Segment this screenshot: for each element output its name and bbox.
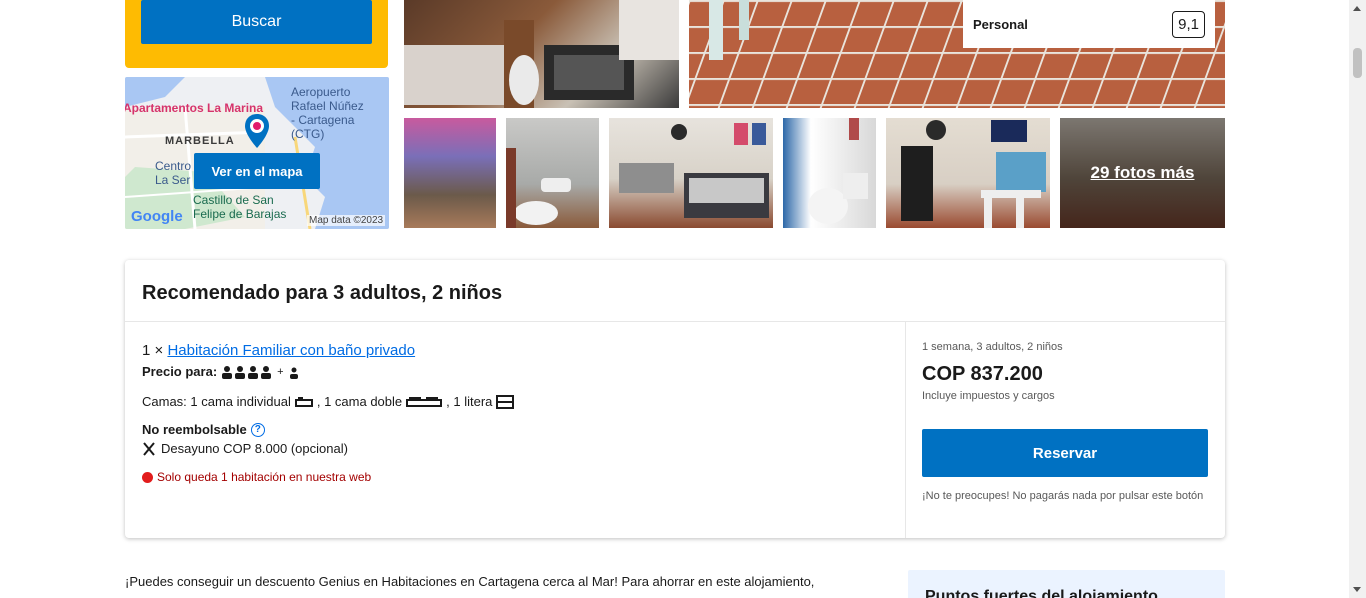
toilet-photo-graphic: [808, 118, 868, 224]
map-label-centro-2: La Ser: [155, 173, 191, 187]
beds-bunk-text: , 1 litera: [446, 394, 493, 409]
thumb-room-wardrobe[interactable]: [886, 118, 1050, 228]
taxes-note: Incluye impuestos y cargos: [922, 390, 1055, 402]
breakfast-text: Desayuno COP 8.000 (opcional): [161, 441, 348, 456]
price-for-row: Precio para: +: [142, 364, 300, 379]
view-on-map-button[interactable]: Ver en el mapa: [194, 153, 320, 189]
main-photo-bedroom[interactable]: [404, 0, 679, 108]
map-preview[interactable]: Apartamentos La Marina Aeropuerto Rafael…: [125, 77, 389, 229]
map-label-marbella: MARBELLA: [165, 135, 235, 147]
search-button[interactable]: Buscar: [141, 0, 372, 44]
map-pin-icon: [245, 114, 269, 148]
price-for-label: Precio para:: [142, 364, 218, 379]
scroll-down-icon[interactable]: [1353, 587, 1361, 592]
thumb-bathroom-toilet[interactable]: [783, 118, 876, 228]
map-data-credit: Map data ©2023: [307, 215, 386, 226]
scroll-thumb[interactable]: [1353, 48, 1362, 78]
staff-score-card: Personal 9,1: [963, 0, 1215, 48]
map-label-airport-3: - Cartagena: [291, 113, 355, 127]
no-worry-note: ¡No te preocupes! No pagarás nada por pu…: [922, 490, 1204, 502]
scroll-up-icon[interactable]: [1353, 6, 1361, 11]
property-highlights-box: Puntos fuertes del alojamiento: [908, 570, 1225, 598]
bunk-bed-icon: [496, 394, 515, 409]
card-divider: [125, 321, 1225, 322]
single-bed-icon: [294, 396, 313, 407]
card-vertical-divider: [905, 322, 906, 538]
urgency-dot-icon: [142, 471, 153, 483]
stay-info: 1 semana, 3 adultos, 2 niños: [922, 341, 1063, 353]
info-icon[interactable]: ?: [250, 422, 265, 437]
map-label-castillo-1: Castillo de San: [193, 193, 274, 207]
beds-single-text: Camas: 1 cama individual: [142, 394, 291, 409]
urgency-text: Solo queda 1 habitación en nuestra web: [157, 470, 372, 484]
property-highlights-title: Puntos fuertes del alojamiento: [925, 588, 1158, 598]
map-label-airport-1: Aeropuerto: [291, 85, 351, 99]
main-photo-courtyard[interactable]: Personal 9,1: [689, 0, 1225, 108]
beds-row: Camas: 1 cama individual , 1 cama doble …: [142, 394, 515, 409]
non-refundable-label: No reembolsable: [142, 422, 247, 437]
bedroom-photo-graphic: [404, 0, 679, 108]
cutlery-icon: [143, 441, 155, 456]
urgency-row: Solo queda 1 habitación en nuestra web: [142, 470, 371, 484]
child-icon: [289, 367, 298, 379]
recommended-card: Recomendado para 3 adultos, 2 niños 1 × …: [125, 260, 1225, 538]
more-photos-link[interactable]: 29 fotos más: [1060, 118, 1225, 228]
map-label-airport-4: (CTG): [291, 127, 325, 141]
room-name-link[interactable]: Habitación Familiar con baño privado: [167, 342, 415, 359]
recommended-title: Recomendado para 3 adultos, 2 niños: [142, 282, 503, 304]
room-line: 1 × Habitación Familiar con baño privado: [142, 342, 415, 359]
non-refundable-row: No reembolsable ?: [142, 422, 265, 437]
thumb-more-photos[interactable]: 29 fotos más: [1060, 118, 1225, 228]
thumb-room-sofa[interactable]: [609, 118, 773, 228]
breakfast-row: Desayuno COP 8.000 (opcional): [142, 441, 348, 456]
room-sofa-photo-graphic: [619, 123, 769, 218]
map-label-castillo-2: Felipe de Barajas: [193, 207, 287, 221]
total-price: COP 837.200: [922, 363, 1043, 385]
thumb-alley[interactable]: [404, 118, 496, 228]
google-logo: Google: [131, 208, 183, 225]
room-quantity: 1 ×: [142, 342, 164, 359]
sink-photo-graphic: [506, 148, 571, 228]
page-scrollbar[interactable]: [1349, 0, 1366, 598]
adults-icon: [222, 365, 272, 379]
map-label-apartments: Apartamentos La Marina: [125, 101, 264, 115]
staff-score-label: Personal: [973, 16, 1028, 32]
thumb-bathroom-sink[interactable]: [506, 118, 599, 228]
double-bed-icon: [406, 396, 443, 407]
map-label-airport-2: Rafael Núñez: [291, 99, 364, 113]
reserve-button[interactable]: Reservar: [922, 429, 1208, 477]
search-box: Buscar: [125, 0, 388, 68]
beds-double-text: , 1 cama doble: [316, 394, 403, 409]
wardrobe-photo-graphic: [901, 120, 1046, 228]
staff-score-value: 9,1: [1172, 10, 1205, 38]
map-label-centro-1: Centro: [155, 159, 192, 173]
genius-discount-text: ¡Puedes conseguir un descuento Genius en…: [125, 574, 815, 589]
price-for-plus: +: [277, 365, 284, 378]
